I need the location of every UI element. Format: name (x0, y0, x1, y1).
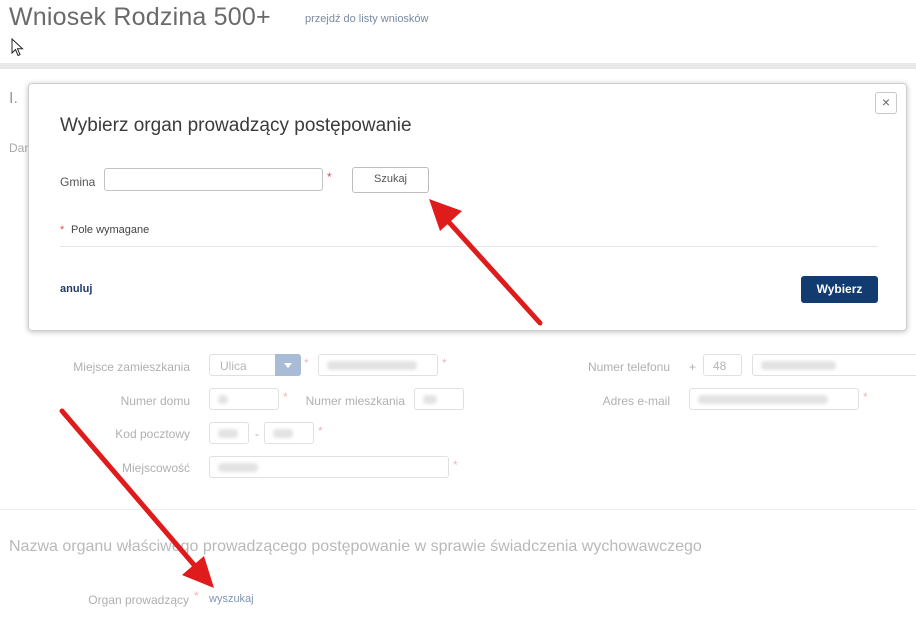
phone-number-field[interactable] (752, 354, 916, 376)
postal-code-part1-field[interactable] (209, 422, 249, 444)
mouse-cursor-icon (11, 38, 24, 57)
phone-plus: + (689, 360, 697, 374)
street-type-select[interactable]: Ulica (209, 354, 301, 376)
modal-title: Wybierz organ prowadzący postępowanie (60, 115, 412, 136)
select-authority-modal: Wybierz organ prowadzący postępowanie × … (28, 83, 907, 331)
house-number-field[interactable] (209, 388, 279, 410)
required-star: * (304, 356, 309, 370)
required-star: * (194, 589, 199, 603)
required-star: * (60, 224, 65, 236)
header-divider-band (0, 63, 916, 69)
cancel-link[interactable]: anuluj (60, 283, 92, 295)
phone-prefix-value: 48 (713, 359, 727, 373)
close-icon: × (881, 94, 891, 110)
phone-label: Numer telefonu (587, 360, 670, 374)
required-star: * (453, 458, 458, 472)
page-title: Wniosek Rodzina 500+ (9, 3, 271, 31)
section-number: I. (9, 90, 18, 107)
search-button[interactable]: Szukaj (352, 167, 429, 193)
chevron-down-icon (275, 354, 301, 376)
apartment-number-field[interactable] (414, 388, 464, 410)
postal-code-part2-field[interactable] (264, 422, 314, 444)
house-number-label: Numer domu (120, 394, 190, 408)
email-label: Adres e-mail (602, 394, 670, 408)
required-star: * (327, 170, 332, 184)
gmina-label: Gmina (60, 175, 96, 189)
authority-section-heading: Nazwa organu właściwego prowadzącego pos… (9, 538, 702, 555)
section-divider (0, 509, 916, 510)
required-star: * (863, 390, 868, 404)
back-to-list-link[interactable]: przejdź do listy wniosków (305, 13, 429, 25)
city-label: Miejscowość (121, 461, 190, 475)
postal-separator: - (255, 427, 259, 441)
city-field[interactable] (209, 456, 449, 478)
required-fields-note: Pole wymagane (71, 224, 150, 236)
authority-label: Organ prowadzący (88, 593, 189, 607)
apartment-number-label: Numer mieszkania (305, 394, 405, 408)
modal-divider (60, 246, 878, 247)
street-field[interactable] (318, 354, 438, 376)
close-modal-button[interactable]: × (875, 92, 897, 114)
gmina-input[interactable] (104, 168, 323, 191)
street-type-value: Ulica (220, 359, 247, 373)
search-authority-link[interactable]: wyszukaj (209, 593, 254, 605)
email-field[interactable] (689, 388, 859, 410)
phone-prefix-field[interactable]: 48 (703, 354, 742, 376)
residence-label: Miejsce zamieszkania (73, 360, 190, 374)
required-star: * (318, 424, 323, 438)
postal-code-label: Kod pocztowy (115, 427, 190, 441)
required-star: * (442, 356, 447, 370)
select-button[interactable]: Wybierz (801, 276, 878, 303)
required-star: * (283, 390, 288, 404)
